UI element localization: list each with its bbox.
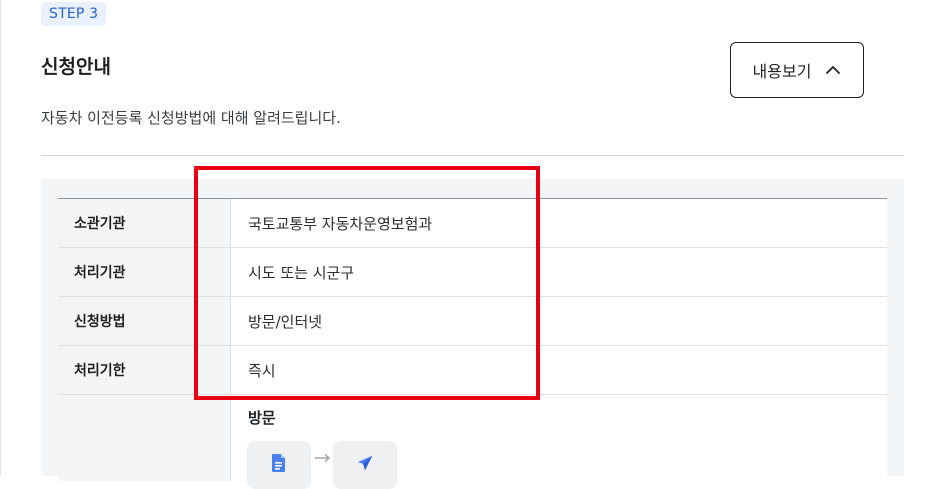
section-divider [41, 155, 904, 156]
row-label: 처리기관 [58, 248, 231, 296]
info-table: 소관기관 국토교통부 자동차운영보험과 처리기관 시도 또는 시군구 신청방법 … [58, 198, 887, 489]
table-row: 신청방법 방문/인터넷 [58, 297, 887, 346]
row-value: 방문/인터넷 [248, 312, 323, 331]
section-description: 자동차 이전등록 신청방법에 대해 알려드립니다. [41, 109, 341, 127]
step-card-document [247, 441, 311, 489]
toggle-button-label: 내용보기 [752, 62, 812, 81]
method-cell: 방문 [231, 395, 887, 489]
row-label: 처리기한 [58, 346, 231, 394]
step-badge: STEP 3 [41, 2, 107, 26]
page-left-border [0, 0, 1, 476]
step-card-send [333, 441, 397, 489]
method-title: 방문 [248, 409, 276, 427]
row-label: 신청방법 [58, 297, 231, 345]
row-value: 국토교통부 자동차운영보험과 [248, 214, 433, 233]
info-panel: 소관기관 국토교통부 자동차운영보험과 처리기관 시도 또는 시군구 신청방법 … [41, 179, 904, 489]
arrow-right-icon [315, 453, 331, 463]
send-icon [357, 455, 373, 471]
page-title: 신청안내 [41, 56, 111, 78]
row-value: 시도 또는 시군구 [248, 263, 355, 282]
table-row: 처리기한 즉시 [58, 346, 887, 395]
method-row-label [58, 395, 231, 481]
method-row: 방문 [58, 395, 887, 489]
row-value: 즉시 [248, 361, 276, 380]
row-label: 소관기관 [58, 199, 231, 247]
table-row: 처리기관 시도 또는 시군구 [58, 248, 887, 297]
view-content-toggle-button[interactable]: 내용보기 [730, 42, 864, 98]
chevron-up-icon [826, 66, 841, 74]
table-row: 소관기관 국토교통부 자동차운영보험과 [58, 199, 887, 248]
document-icon [272, 454, 285, 472]
